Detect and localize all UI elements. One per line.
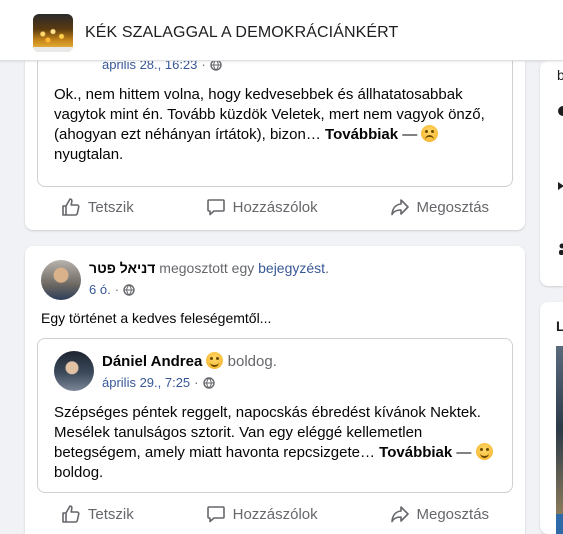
speech-bubble-icon xyxy=(206,506,225,523)
shared-author-avatar[interactable] xyxy=(54,351,94,391)
smiling-face-icon xyxy=(475,443,493,460)
feeling-dash: — xyxy=(402,126,418,143)
post-author-name[interactable]: דניאל פטר xyxy=(89,260,155,276)
comment-button[interactable]: Hozzászólok xyxy=(206,504,318,524)
share-arrow-icon xyxy=(390,199,409,216)
globe-icon xyxy=(123,283,135,296)
right-sidebar-card: b xyxy=(540,61,563,286)
sidebar-people-icon xyxy=(559,243,563,255)
sidebar-globe-icon xyxy=(558,106,563,116)
feeling-text: boldog. xyxy=(54,464,104,481)
sidebar-label-b: b xyxy=(557,67,563,83)
comment-label: Hozzászólok xyxy=(232,198,318,216)
shared-author-name[interactable]: Dániel Andrea xyxy=(102,353,202,370)
post-actions-2: Tetszik Hozzászólok Megosztás xyxy=(25,498,525,530)
post-actions-1: Tetszik Hozzászólok Megosztás xyxy=(25,191,525,223)
post-meta: 6 ó. · xyxy=(89,282,135,297)
feeling-dash: — xyxy=(456,444,472,461)
shared-post-text: Szépséges péntek reggelt, napocskás ébre… xyxy=(54,403,504,483)
see-more-link[interactable]: Továbbiak xyxy=(325,126,398,143)
shared-post-timestamp[interactable]: április 29., 7:25 xyxy=(102,375,190,390)
post-action-text: megosztott egy xyxy=(159,260,255,276)
post-timestamp[interactable]: 6 ó. xyxy=(89,282,111,297)
meta-separator: · xyxy=(194,375,199,390)
share-label: Megosztás xyxy=(416,505,490,523)
shared-post-text: Ok., nem hittem volna, hogy kedvesebbek … xyxy=(54,85,504,165)
share-button[interactable]: Megosztás xyxy=(390,197,490,217)
share-label: Megosztás xyxy=(416,198,490,216)
smiling-face-icon xyxy=(206,352,224,369)
sidebar-image[interactable] xyxy=(556,346,563,514)
shared-post-link[interactable]: bejegyzést xyxy=(258,260,325,276)
post-author-avatar[interactable] xyxy=(41,260,81,300)
period: . xyxy=(325,260,329,276)
group-avatar[interactable] xyxy=(33,14,73,52)
share-arrow-icon xyxy=(390,506,409,523)
shared-post-meta: április 29., 7:25 · xyxy=(102,375,215,390)
sidebar-eye-icon xyxy=(558,182,563,190)
post-caption: Egy történet a kedves feleségemtől... xyxy=(41,310,272,326)
post-header: דניאל פטר megosztott egy bejegyzést. xyxy=(89,260,329,276)
group-header: KÉK SZALAGGAL A DEMOKRÁCIÁNKÉRT xyxy=(0,0,563,61)
shared-post-body: Ok., nem hittem volna, hogy kedvesebbek … xyxy=(54,86,485,143)
see-more-link[interactable]: Továbbiak xyxy=(379,444,452,461)
like-button[interactable]: Tetszik xyxy=(61,197,134,217)
like-label: Tetszik xyxy=(87,198,134,216)
worried-face-icon xyxy=(421,125,439,142)
group-title[interactable]: KÉK SZALAGGAL A DEMOKRÁCIÁNKÉRT xyxy=(85,24,398,42)
sidebar-image-bottom[interactable] xyxy=(556,514,563,534)
shared-feeling: boldog. xyxy=(227,353,277,370)
globe-icon xyxy=(202,376,215,389)
like-label: Tetszik xyxy=(87,505,134,523)
speech-bubble-icon xyxy=(206,199,225,216)
shared-post-header: Dániel Andrea boldog. xyxy=(102,352,277,370)
thumbs-up-icon xyxy=(62,198,80,216)
post-card-2: דניאל פטר megosztott egy bejegyzést. 6 ó… xyxy=(25,246,525,534)
thumbs-up-icon xyxy=(62,505,80,523)
shared-post-2[interactable]: Dániel Andrea boldog. április 29., 7:25 … xyxy=(37,338,513,493)
comment-label: Hozzászólok xyxy=(232,505,318,523)
like-button[interactable]: Tetszik xyxy=(61,504,134,524)
feeling-text: nyugtalan. xyxy=(54,146,124,163)
share-button[interactable]: Megosztás xyxy=(390,504,490,524)
sidebar-label-l: L xyxy=(556,318,563,334)
comment-button[interactable]: Hozzászólok xyxy=(206,197,318,217)
meta-separator: · xyxy=(114,282,120,297)
